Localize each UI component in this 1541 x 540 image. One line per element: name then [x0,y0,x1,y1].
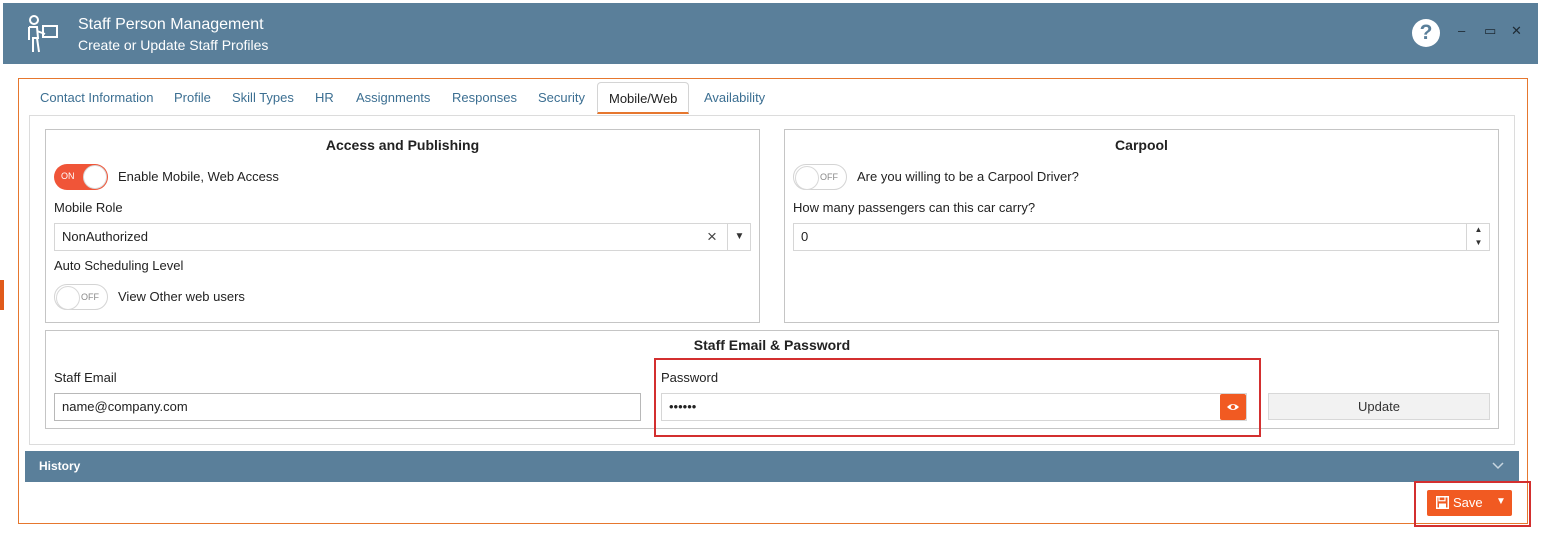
email-password-title: Staff Email & Password [693,337,851,353]
title-bar: Staff Person Management Create or Update… [3,3,1538,64]
auto-scheduling-label: Auto Scheduling Level [54,258,184,273]
tab-mobile-web[interactable]: Mobile/Web [597,82,690,114]
update-button[interactable]: Update [1268,393,1490,420]
staff-person-window: Staff Person Management Create or Update… [0,0,1541,540]
mobile-role-value: NonAuthorized [62,229,148,244]
staff-email-label: Staff Email [54,370,117,385]
staff-email-value: name@company.com [62,399,188,414]
minimize-icon[interactable]: – [1458,23,1465,39]
tab-availability[interactable]: Availability [704,82,765,114]
tab-assignments[interactable]: Assignments [356,82,430,114]
toggle-knob [83,165,107,189]
carpool-driver-toggle[interactable]: OFF [793,164,847,190]
chevron-down-icon[interactable] [1491,458,1505,472]
view-web-users-label: View Other web users [118,289,245,304]
toggle-state-label: ON [61,171,75,181]
toggle-state-label: OFF [820,172,838,182]
carpool-title: Carpool [1115,137,1168,153]
window-title: Staff Person Management [78,16,264,33]
spin-up-icon[interactable]: ▲ [1467,223,1490,236]
passengers-label: How many passengers can this car carry? [793,200,1036,215]
staff-email-input[interactable]: name@company.com [54,393,641,421]
toggle-knob [795,166,819,190]
save-highlight-box [1414,481,1531,527]
clear-icon[interactable]: × [707,228,717,246]
history-label: History [39,459,81,473]
enable-access-label: Enable Mobile, Web Access [118,169,279,184]
staff-person-icon [28,15,58,53]
spin-down-icon[interactable]: ▼ [1467,236,1490,249]
background-accent-strip [0,280,4,310]
chevron-down-icon[interactable]: ▼ [727,223,751,251]
maximize-icon[interactable]: ▭ [1484,23,1496,39]
tab-security[interactable]: Security [538,82,585,114]
passengers-input[interactable]: 0 [793,223,1490,251]
enable-access-toggle[interactable]: ON [54,164,108,190]
history-section[interactable]: History [25,451,1519,482]
tab-contact-information[interactable]: Contact Information [40,82,153,114]
tab-hr[interactable]: HR [315,82,334,114]
access-publishing-group: Access and Publishing ON Enable Mobile, … [45,129,760,323]
tab-skill-types[interactable]: Skill Types [232,82,294,114]
passengers-value: 0 [801,229,809,244]
tab-profile[interactable]: Profile [174,82,211,114]
tab-responses[interactable]: Responses [452,82,517,114]
close-icon[interactable]: ✕ [1511,23,1522,39]
mobile-role-label: Mobile Role [54,200,123,215]
mobile-role-select[interactable]: NonAuthorized [54,223,751,251]
password-highlight-box [654,358,1261,437]
toggle-knob [56,286,80,310]
carpool-driver-label: Are you willing to be a Carpool Driver? [857,169,1079,184]
toggle-state-label: OFF [81,292,99,302]
access-publishing-title: Access and Publishing [325,137,480,153]
help-icon[interactable]: ? [1412,19,1440,47]
view-web-users-toggle[interactable]: OFF [54,284,108,310]
window-subtitle: Create or Update Staff Profiles [78,37,269,53]
passengers-spinner[interactable]: ▲ ▼ [1466,223,1490,251]
carpool-group: Carpool OFF Are you willing to be a Carp… [784,129,1499,323]
